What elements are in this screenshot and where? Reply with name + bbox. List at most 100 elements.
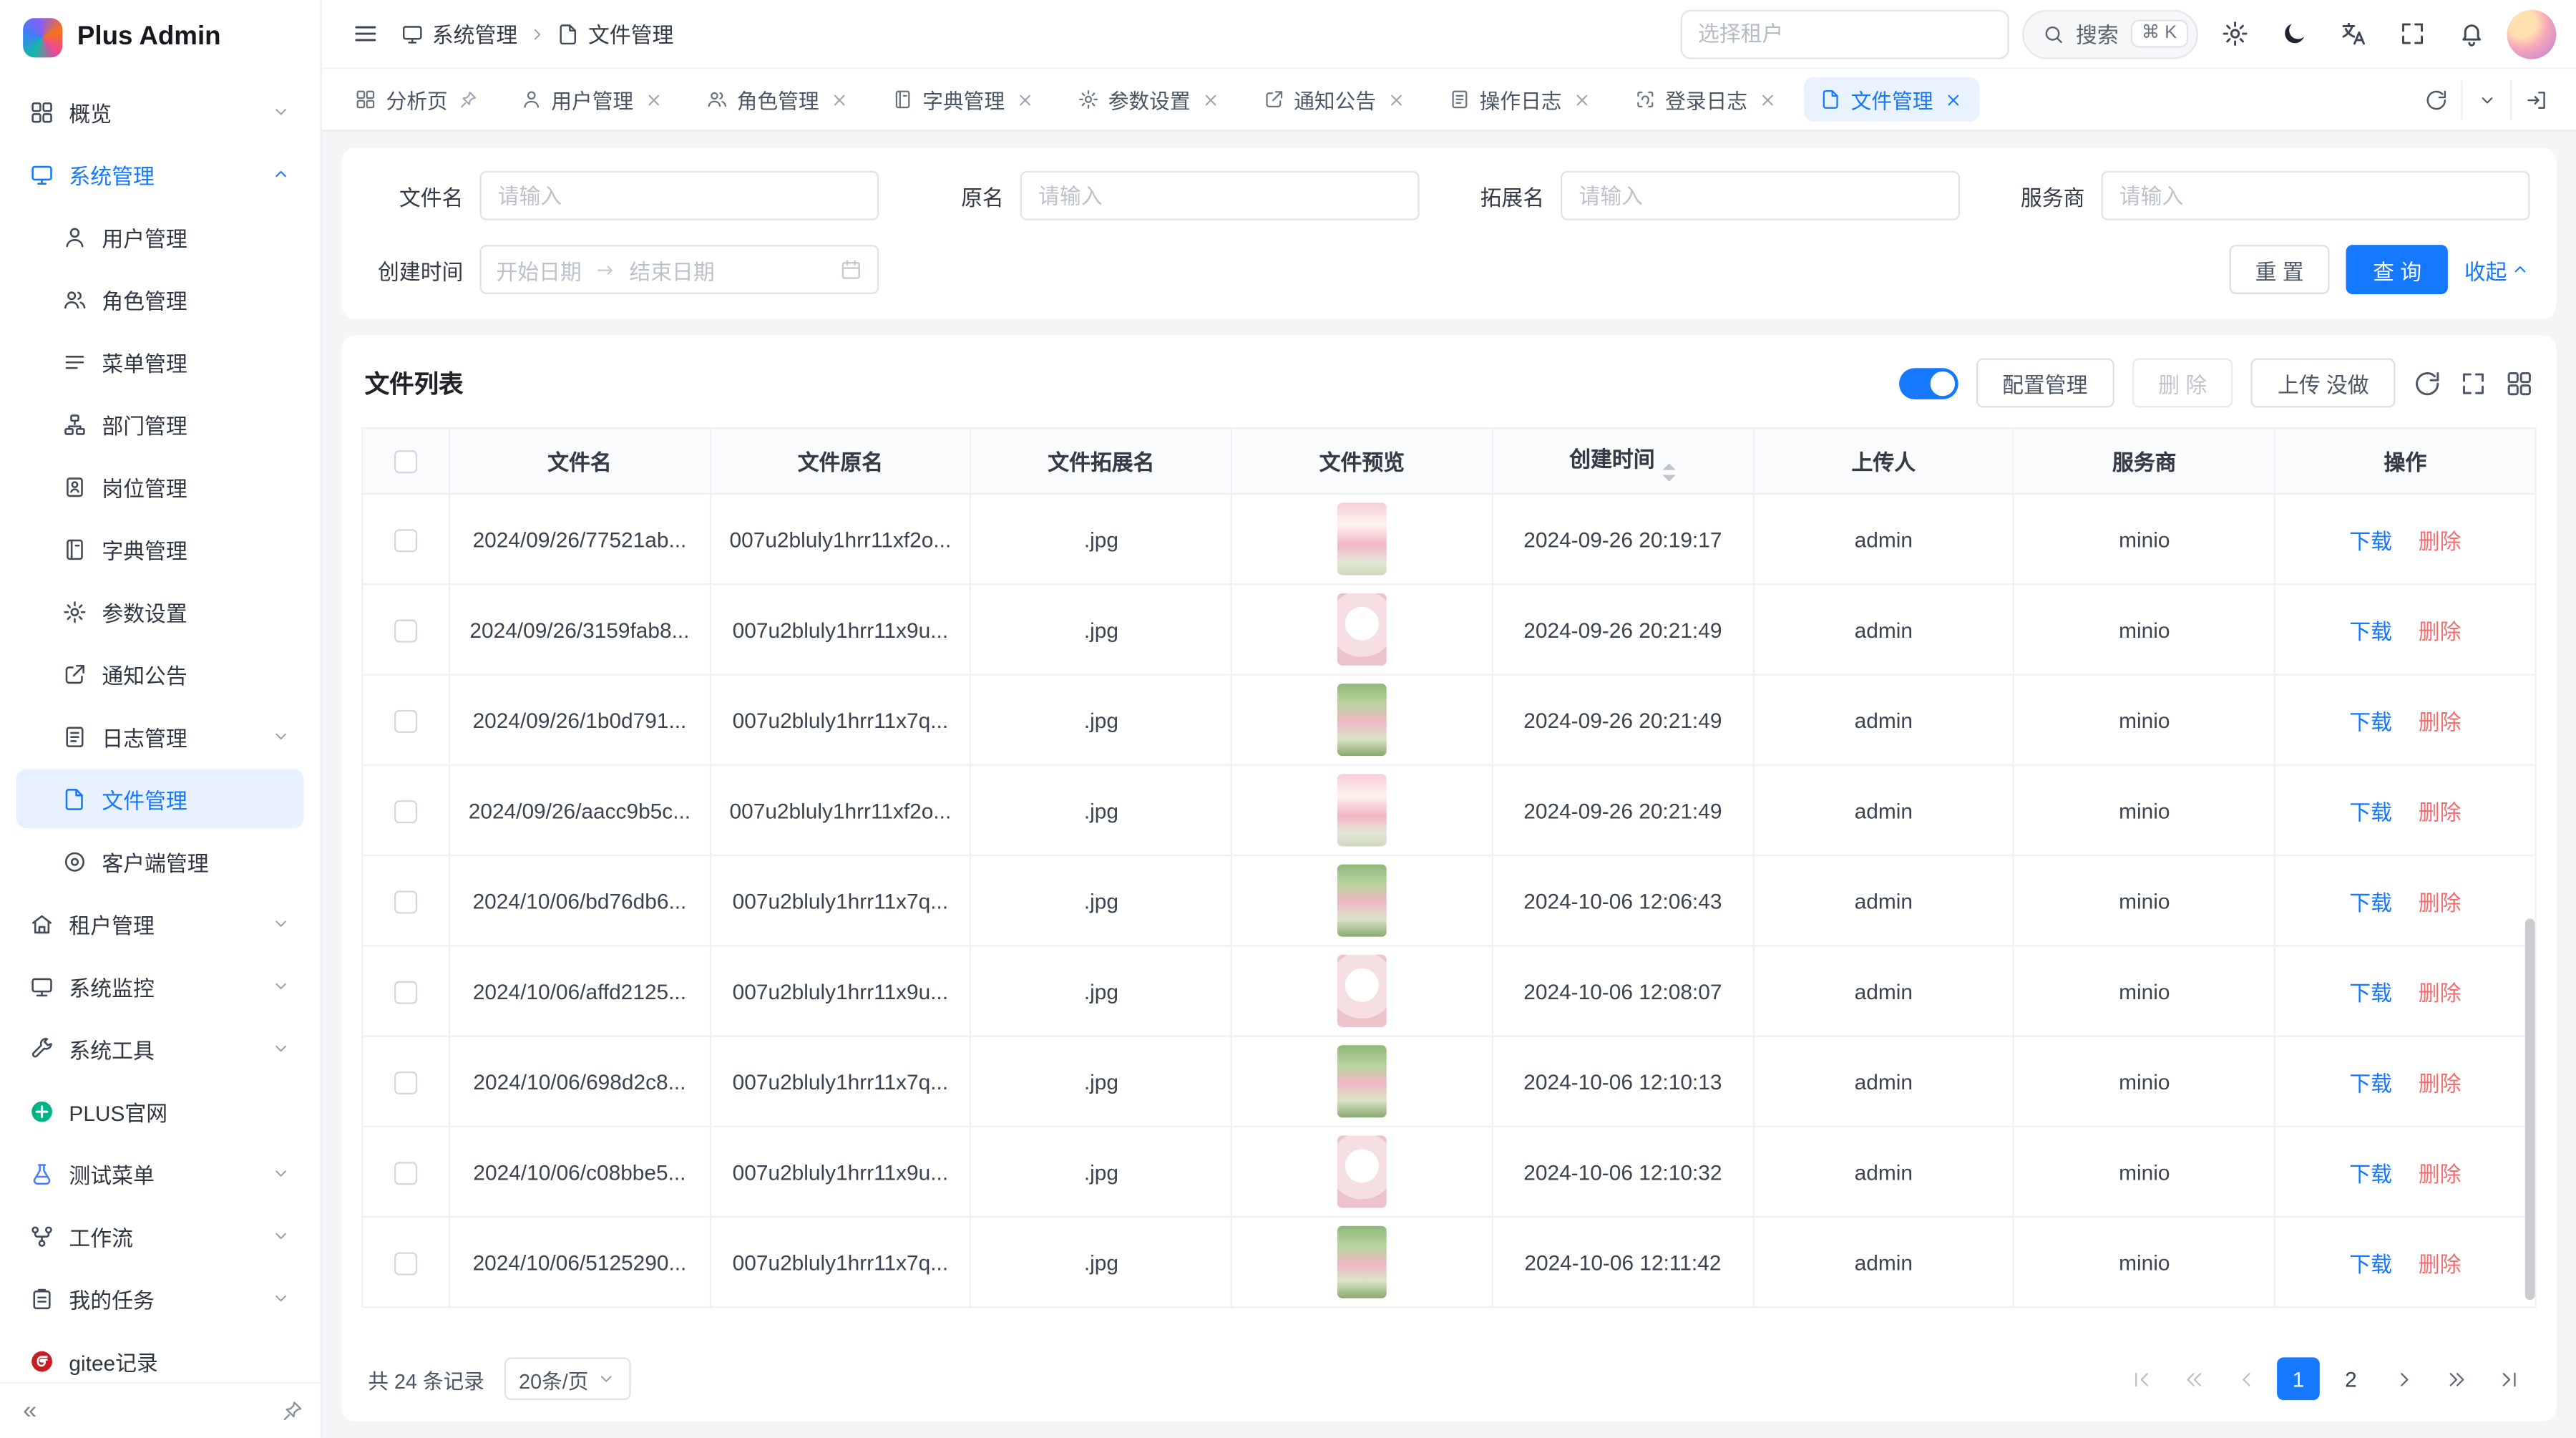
tab-dict-mgmt[interactable]: 字典管理	[875, 77, 1051, 122]
config-toggle[interactable]	[1898, 367, 1958, 399]
tab-login-log[interactable]: 登录日志	[1618, 77, 1794, 122]
table-scrollbar-thumb[interactable]	[2525, 918, 2535, 1300]
delete-link[interactable]: 删除	[2419, 1161, 2462, 1185]
tab-param-settings[interactable]: 参数设置	[1060, 77, 1236, 122]
row-checkbox[interactable]	[394, 529, 417, 552]
user-avatar[interactable]	[2507, 9, 2557, 59]
collapse-filters-link[interactable]: 收起	[2464, 254, 2530, 286]
tab-close-icon[interactable]	[1757, 89, 1777, 110]
file-preview-image[interactable]	[1337, 684, 1387, 756]
tab-close-icon[interactable]	[643, 89, 663, 110]
tab-notice[interactable]: 通知公告	[1246, 77, 1423, 122]
sidebar-item-file-mgmt[interactable]: 文件管理	[16, 769, 304, 828]
row-checkbox[interactable]	[394, 1071, 417, 1094]
delete-link[interactable]: 删除	[2419, 709, 2462, 734]
sort-icon[interactable]	[1663, 462, 1676, 480]
sidebar-item-user-mgmt[interactable]: 用户管理	[16, 207, 304, 266]
row-checkbox[interactable]	[394, 800, 417, 823]
search-button[interactable]: 查 询	[2346, 245, 2447, 294]
delete-button[interactable]: 删 除	[2132, 359, 2233, 408]
sidebar-item-workflow[interactable]: 工作流	[16, 1206, 304, 1265]
row-checkbox[interactable]	[394, 1162, 417, 1185]
sidebar-item-post-mgmt[interactable]: 岗位管理	[16, 457, 304, 516]
sidebar-item-overview[interactable]: 概览	[16, 82, 304, 142]
original-name-input[interactable]	[1020, 171, 1420, 220]
sidebar-item-system-monitor[interactable]: 系统监控	[16, 956, 304, 1016]
tab-close-icon[interactable]	[1200, 89, 1220, 110]
refresh-tab-button[interactable]	[2411, 79, 2461, 119]
pagination-page-1[interactable]: 1	[2277, 1357, 2320, 1400]
content-fullscreen-button[interactable]	[2510, 79, 2560, 119]
select-all-checkbox[interactable]	[394, 451, 417, 474]
global-search-button[interactable]: 搜索 ⌘ K	[2021, 9, 2198, 59]
delete-link[interactable]: 删除	[2419, 1071, 2462, 1095]
tab-analysis[interactable]: 分析页	[338, 77, 494, 122]
delete-link[interactable]: 删除	[2419, 618, 2462, 643]
sidebar-item-param-settings[interactable]: 参数设置	[16, 582, 304, 641]
tab-close-icon[interactable]	[1943, 89, 1963, 110]
pin-icon[interactable]	[457, 89, 477, 110]
file-preview-image[interactable]	[1337, 1226, 1387, 1298]
file-preview-image[interactable]	[1337, 593, 1387, 666]
date-range-picker[interactable]: 开始日期 结束日期	[479, 245, 879, 294]
tab-close-icon[interactable]	[829, 89, 849, 110]
tab-file-mgmt[interactable]: 文件管理	[1803, 77, 1979, 122]
page-size-select[interactable]: 20条/页	[504, 1357, 632, 1400]
sidebar-pin-icon[interactable]	[281, 1399, 304, 1422]
delete-link[interactable]: 删除	[2419, 981, 2462, 1005]
file-preview-image[interactable]	[1337, 774, 1387, 846]
download-link[interactable]: 下载	[2349, 709, 2392, 734]
upload-button[interactable]: 上传 没做	[2251, 359, 2395, 408]
sidebar-item-system-tools[interactable]: 系统工具	[16, 1019, 304, 1078]
file-preview-image[interactable]	[1337, 955, 1387, 1027]
sidebar-item-log-mgmt[interactable]: 日志管理	[16, 706, 304, 766]
sidebar-collapse-button[interactable]: «	[16, 1395, 44, 1427]
row-checkbox[interactable]	[394, 709, 417, 732]
pagination-page-2[interactable]: 2	[2330, 1357, 2373, 1400]
download-link[interactable]: 下载	[2349, 1251, 2392, 1276]
tab-close-icon[interactable]	[1571, 89, 1591, 110]
row-checkbox[interactable]	[394, 619, 417, 642]
tenant-select-input[interactable]	[1680, 9, 2009, 59]
file-preview-image[interactable]	[1337, 503, 1387, 575]
sidebar-item-notice[interactable]: 通知公告	[16, 644, 304, 704]
notifications-button[interactable]	[2448, 11, 2494, 57]
sidebar-item-menu-mgmt[interactable]: 菜单管理	[16, 332, 304, 392]
sidebar-item-role-mgmt[interactable]: 角色管理	[16, 270, 304, 329]
file-preview-image[interactable]	[1337, 1045, 1387, 1117]
pagination-prev-page-button[interactable]	[2225, 1357, 2268, 1400]
tab-user-mgmt[interactable]: 用户管理	[504, 77, 680, 122]
tab-menu-button[interactable]	[2461, 79, 2510, 119]
pagination-last-page-button[interactable]	[2487, 1357, 2530, 1400]
tab-op-log[interactable]: 操作日志	[1432, 77, 1608, 122]
provider-input[interactable]	[2101, 171, 2529, 220]
tab-close-icon[interactable]	[1386, 89, 1406, 110]
table-fullscreen-icon[interactable]	[2459, 369, 2487, 397]
tab-close-icon[interactable]	[1015, 89, 1035, 110]
download-link[interactable]: 下载	[2349, 1161, 2392, 1185]
row-checkbox[interactable]	[394, 1252, 417, 1275]
delete-link[interactable]: 删除	[2419, 528, 2462, 553]
delete-link[interactable]: 删除	[2419, 800, 2462, 824]
download-link[interactable]: 下载	[2349, 1071, 2392, 1095]
delete-link[interactable]: 删除	[2419, 890, 2462, 914]
settings-button[interactable]	[2211, 11, 2257, 57]
sidebar-item-test-menu[interactable]: 测试菜单	[16, 1144, 304, 1203]
sidebar-item-client-mgmt[interactable]: 客户端管理	[16, 832, 304, 891]
pagination-fast-prev-button[interactable]	[2172, 1357, 2215, 1400]
delete-link[interactable]: 删除	[2419, 1251, 2462, 1276]
breadcrumb-item[interactable]: 系统管理	[401, 18, 517, 49]
row-checkbox[interactable]	[394, 981, 417, 1004]
pagination-fast-next-button[interactable]	[2435, 1357, 2478, 1400]
download-link[interactable]: 下载	[2349, 618, 2392, 643]
sidebar-item-dept-mgmt[interactable]: 部门管理	[16, 394, 304, 454]
row-checkbox[interactable]	[394, 890, 417, 913]
fullscreen-button[interactable]	[2389, 11, 2434, 57]
file-preview-image[interactable]	[1337, 865, 1387, 937]
language-button[interactable]	[2330, 11, 2376, 57]
download-link[interactable]: 下载	[2349, 800, 2392, 824]
hamburger-menu-button[interactable]	[342, 11, 388, 57]
download-link[interactable]: 下载	[2349, 890, 2392, 914]
reset-button[interactable]: 重 置	[2229, 245, 2330, 294]
extension-input[interactable]	[1561, 171, 1960, 220]
